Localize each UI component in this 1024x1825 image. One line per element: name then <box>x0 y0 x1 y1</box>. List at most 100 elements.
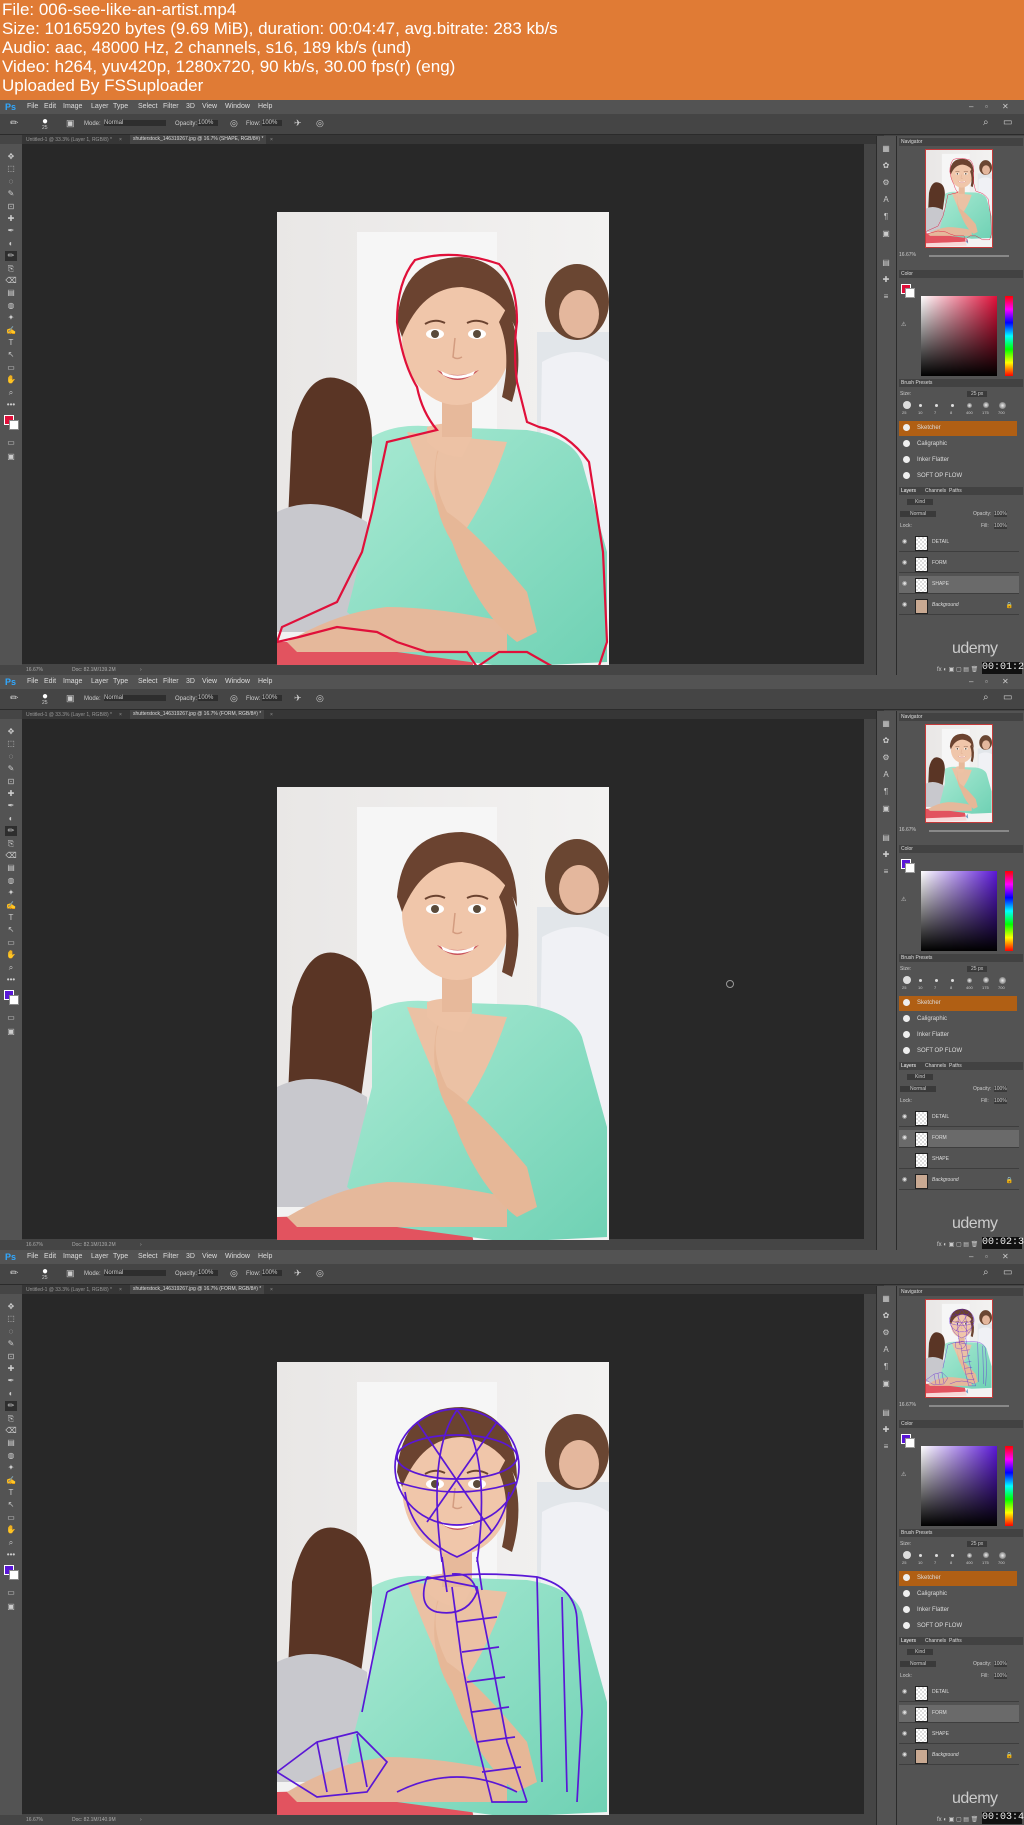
layer-name[interactable]: FORM <box>932 560 947 566</box>
brush-preset-sketcher[interactable]: Sketcher <box>899 996 1017 1011</box>
brush-tip-option[interactable] <box>935 1553 938 1557</box>
brush-tip-option[interactable] <box>919 978 922 982</box>
pressure-size-icon[interactable]: ◎ <box>316 1268 324 1279</box>
quick-mask-icon[interactable]: ▭ <box>5 438 17 448</box>
color-panel-title[interactable]: Color <box>899 845 1023 853</box>
shape-tool-icon[interactable]: ▭ <box>5 363 17 373</box>
zoom-tool-icon[interactable]: ⌕ <box>5 388 17 398</box>
tab-layers[interactable]: Layers <box>901 487 916 495</box>
background-color-swatch[interactable] <box>9 420 19 430</box>
menu-filter[interactable]: Filter <box>163 678 179 685</box>
more-tool-icon[interactable]: ••• <box>5 400 17 410</box>
move-tool-icon[interactable]: ✥ <box>5 1302 17 1312</box>
brush-tip-option[interactable] <box>919 1553 922 1557</box>
more-tool-icon[interactable]: ••• <box>5 1550 17 1560</box>
panel-dock-icon[interactable]: ⚙ <box>881 1328 891 1338</box>
hue-slider[interactable] <box>1005 1446 1013 1526</box>
marquee-tool-icon[interactable]: ⬚ <box>5 1314 17 1324</box>
screen-mode-icon[interactable]: ▣ <box>5 452 17 462</box>
brush-tip-option[interactable] <box>919 403 922 407</box>
stamp-tool-icon[interactable]: ⎘ <box>5 839 17 849</box>
tab-close-icon[interactable]: × <box>270 137 273 143</box>
color-background-swatch[interactable] <box>905 1438 915 1448</box>
menu-select[interactable]: Select <box>138 678 157 685</box>
blur-tool-icon[interactable]: ◍ <box>5 1451 17 1461</box>
fill-field[interactable]: 100% <box>994 523 1007 529</box>
zoom-tool-icon[interactable]: ⌕ <box>5 963 17 973</box>
hue-slider[interactable] <box>1005 871 1013 951</box>
brush-size-field[interactable]: 25 px <box>967 966 988 972</box>
layer-row-detail[interactable]: ◉ DETAIL <box>899 1109 1019 1127</box>
status-arrow-icon[interactable]: › <box>140 1242 142 1248</box>
brush-panel-toggle-icon[interactable]: ▣ <box>66 1268 75 1279</box>
brush-tip-option[interactable] <box>967 402 972 408</box>
layer-row-background[interactable]: ◉ Background 🔒 <box>899 597 1019 615</box>
menu-help[interactable]: Help <box>258 1253 272 1260</box>
status-doc-size[interactable]: Doc: 82.1M/139.2M <box>72 667 116 673</box>
visibility-eye-icon[interactable]: ◉ <box>902 1114 909 1120</box>
eyedropper-tool-icon[interactable]: ✚ <box>5 1364 17 1374</box>
tab-untitled-1[interactable]: Untitled-1 @ 33.3% (Layer 1, RGB/8) * <box>26 712 112 718</box>
navigator-zoom-value[interactable]: 16.67% <box>899 1402 916 1408</box>
layer-row-shape[interactable]: SHAPE <box>899 1151 1019 1169</box>
pen-tool-icon[interactable]: ✍ <box>5 901 17 911</box>
mode-select[interactable]: Normal <box>104 120 166 126</box>
tab-layers[interactable]: Layers <box>901 1062 916 1070</box>
screen-mode-icon[interactable]: ▣ <box>5 1027 17 1037</box>
visibility-eye-icon[interactable]: ◉ <box>902 1731 909 1737</box>
visibility-eye-icon[interactable]: ◉ <box>902 1752 909 1758</box>
layer-name[interactable]: DETAIL <box>932 539 949 545</box>
navigator-zoom-slider[interactable] <box>929 255 1009 257</box>
tab-channels[interactable]: Channels <box>925 487 946 495</box>
brush-tip-option[interactable] <box>983 1552 989 1558</box>
layer-opacity-field[interactable]: 100% <box>994 1661 1007 1667</box>
panel-dock-icon[interactable]: A <box>881 195 891 205</box>
opacity-value-field[interactable]: 100% <box>198 695 218 701</box>
brush-preset-caligraphic[interactable]: Caligraphic <box>899 1587 1017 1602</box>
menu-file[interactable]: File <box>27 678 38 685</box>
brush-preset-inker-flatter[interactable]: Inker Flatter <box>899 1028 1017 1043</box>
brush-size-field[interactable]: 25 px <box>967 1541 988 1547</box>
panel-dock-icon[interactable]: ▦ <box>881 1294 891 1304</box>
brush-tip-option[interactable] <box>967 977 972 983</box>
layer-kind-filter[interactable]: Kind <box>907 1649 934 1655</box>
brush-tip-option[interactable] <box>951 403 954 407</box>
hand-tool-icon[interactable]: ✋ <box>5 950 17 960</box>
visibility-eye-icon[interactable]: ◉ <box>902 1689 909 1695</box>
layer-blend-mode-select[interactable]: Normal <box>900 1661 937 1667</box>
brush-tool-icon[interactable]: ✏ <box>5 826 17 837</box>
more-tool-icon[interactable]: ••• <box>5 975 17 985</box>
brush-tool-icon[interactable]: ✏ <box>10 1268 18 1279</box>
tab-shutterstock[interactable]: shutterstock_146319267.jpg @ 16.7% (SHAP… <box>130 135 267 144</box>
type-tool-icon[interactable]: T <box>5 913 17 923</box>
tab-untitled-1[interactable]: Untitled-1 @ 33.3% (Layer 1, RGB/8) * <box>26 1287 112 1293</box>
layer-blend-mode-select[interactable]: Normal <box>900 1086 937 1092</box>
type-tool-icon[interactable]: T <box>5 338 17 348</box>
move-tool-icon[interactable]: ✥ <box>5 727 17 737</box>
brush-size-field[interactable]: 25 px <box>967 391 988 397</box>
color-picker-field[interactable] <box>921 871 997 951</box>
brush-tip-option[interactable] <box>903 976 911 984</box>
menu-edit[interactable]: Edit <box>44 678 56 685</box>
brush-preset-soft-op-flow[interactable]: SOFT OP FLOW <box>899 1044 1017 1059</box>
panel-dock-icon[interactable]: ✿ <box>881 736 891 746</box>
status-zoom[interactable]: 16.67% <box>26 667 43 673</box>
lasso-tool-icon[interactable]: ◌ <box>5 1327 17 1337</box>
search-icon[interactable]: ⌕ <box>983 1267 989 1278</box>
brush-preset-sketcher[interactable]: Sketcher <box>899 421 1017 436</box>
shape-tool-icon[interactable]: ▭ <box>5 938 17 948</box>
brush-tool-icon[interactable]: ✏ <box>10 693 18 704</box>
document-image[interactable] <box>275 212 609 675</box>
stamp-tool-icon[interactable]: ⎘ <box>5 264 17 274</box>
navigator-zoom-value[interactable]: 16.67% <box>899 827 916 833</box>
tab-shutterstock[interactable]: shutterstock_146319267.jpg @ 16.7% (FORM… <box>130 710 265 719</box>
healing-tool-icon[interactable]: ✒ <box>5 1376 17 1386</box>
color-background-swatch[interactable] <box>905 863 915 873</box>
opacity-value-field[interactable]: 100% <box>198 1270 218 1276</box>
menu-type[interactable]: Type <box>113 103 128 110</box>
layer-row-form[interactable]: ◉ FORM <box>899 555 1019 573</box>
tab-shutterstock[interactable]: shutterstock_146319267.jpg @ 16.7% (FORM… <box>130 1285 265 1294</box>
move-tool-icon[interactable]: ✥ <box>5 152 17 162</box>
brush-tip-option[interactable] <box>983 977 989 983</box>
hue-slider[interactable] <box>1005 296 1013 376</box>
